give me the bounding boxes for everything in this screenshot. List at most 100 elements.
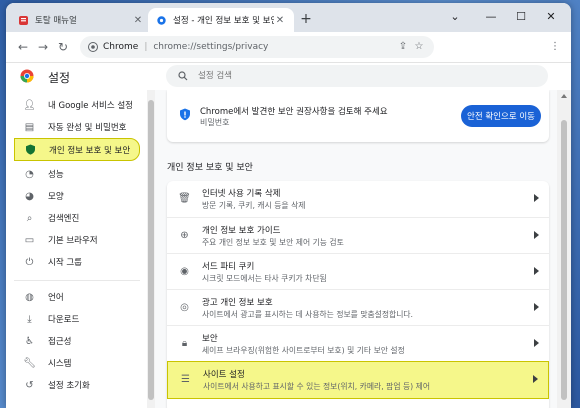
wrench-icon: 🔧︎ [23, 357, 36, 369]
row-site-settings[interactable]: ☰ 사이트 설정 사이트에서 사용하고 표시할 수 있는 정보(위치, 카메라,… [167, 361, 549, 399]
tab-strip: 토탈 매뉴얼 ✕ 설정 - 개인 정보 보호 및 보안 ✕ + ⌄ — ☐ ✕ [6, 3, 571, 32]
sidebar-item-languages[interactable]: ◍ 언어 [14, 287, 140, 307]
new-tab-plus-icon[interactable]: + [298, 11, 314, 27]
tab-settings-privacy[interactable]: 설정 - 개인 정보 보호 및 보안 ✕ [148, 8, 294, 32]
row-description: 방문 기록, 쿠키, 캐시 등을 삭제 [202, 201, 306, 210]
row-title: 인터넷 사용 기록 삭제 [202, 189, 281, 199]
go-to-safety-check-button[interactable]: 안전 확인으로 이동 [461, 105, 541, 127]
sidebar-item-label: 성능 [48, 170, 64, 180]
forward-arrow-icon[interactable]: → [34, 38, 52, 56]
share-icon[interactable]: ⇪ [396, 40, 410, 54]
privacy-section-title: 개인 정보 보호 및 보안 [167, 163, 253, 173]
chevron-right-icon [534, 303, 539, 311]
sidebar-item-privacy[interactable]: 개인 정보 보호 및 보안 [14, 138, 140, 161]
reset-icon: ↺ [25, 379, 34, 391]
download-icon: ⤓ [27, 313, 32, 325]
speedometer-icon: ◔ [25, 168, 34, 180]
shield-alert-icon [180, 108, 190, 121]
sidebar-item-search-engine[interactable]: ⌕ 검색엔진 [14, 208, 140, 228]
sidebar-item-system[interactable]: 🔧︎ 시스템 [14, 353, 140, 373]
sidebar-item-reset[interactable]: ↺ 설정 초기화 [14, 375, 140, 395]
trash-icon: 🗑︎ [178, 193, 191, 204]
sidebar-item-google-services[interactable]: 👤︎ 내 Google 서비스 설정 [14, 95, 140, 115]
bookmark-star-icon[interactable]: ☆ [412, 40, 426, 54]
sidebar-item-label: 자동 완성 및 비밀번호 [48, 123, 127, 133]
browser-icon: ▭ [24, 234, 35, 246]
row-clear-browsing-data[interactable]: 🗑︎ 인터넷 사용 기록 삭제 방문 기록, 쿠키, 캐시 등을 삭제 [167, 181, 549, 217]
close-tab-icon[interactable]: ✕ [132, 15, 144, 26]
row-description: 사이트에서 사용하고 표시할 수 있는 정보(위치, 카메라, 팝업 등) 제어 [203, 382, 431, 391]
sidebar-item-label: 기본 브라우저 [48, 236, 98, 246]
sidebar-item-label: 설정 초기화 [48, 381, 90, 391]
sidebar-item-label: 검색엔진 [48, 214, 80, 224]
globe-icon: ◍ [25, 291, 34, 303]
sliders-icon: ☰ [181, 374, 190, 385]
settings-page-title: 설정 [48, 71, 71, 85]
settings-gear-icon [157, 15, 166, 25]
sidebar-item-default-browser[interactable]: ▭ 기본 브라우저 [14, 230, 140, 250]
lock-icon: 🔒︎ [181, 338, 188, 349]
browser-toolbar: ← → ↻ Chrome | chrome://settings/privacy… [6, 32, 571, 63]
sidebar-item-appearance[interactable]: ◕ 모양 [14, 186, 140, 206]
shield-icon [25, 144, 36, 155]
settings-search-box[interactable] [166, 65, 548, 87]
back-arrow-icon[interactable]: ← [14, 38, 32, 56]
browser-window: 토탈 매뉴얼 ✕ 설정 - 개인 정보 보호 및 보안 ✕ + ⌄ — ☐ ✕ … [6, 3, 571, 408]
sidebar-scroll-thumb[interactable] [148, 100, 154, 400]
sidebar-item-label: 내 Google 서비스 설정 [48, 101, 134, 111]
sidebar-item-performance[interactable]: ◔ 성능 [14, 164, 140, 184]
settings-main-content: Chrome에서 발견한 보안 권장사항을 검토해 주세요 비밀번호 안전 확인… [155, 90, 557, 408]
chrome-logo-icon [20, 69, 34, 83]
power-icon: ⏻ [25, 256, 34, 268]
manual-favicon-icon [19, 15, 28, 25]
row-title: 서드 파티 쿠키 [202, 262, 255, 272]
row-description: 시크릿 모드에서는 타사 쿠키가 차단됨 [202, 274, 327, 283]
sidebar-divider [14, 280, 140, 281]
row-privacy-guide[interactable]: ⊕ 개인 정보 보호 가이드 주요 개인 정보 보호 및 보안 제어 기능 검토 [167, 217, 549, 253]
close-window-icon[interactable]: ✕ [536, 8, 566, 26]
chevron-down-icon[interactable]: ⌄ [440, 8, 470, 26]
sidebar-item-label: 접근성 [48, 337, 72, 347]
sidebar-item-downloads[interactable]: ⤓ 다운로드 [14, 309, 140, 329]
scroll-up-arrow-icon[interactable] [561, 94, 567, 98]
sidebar-scrollbar[interactable] [147, 90, 155, 408]
accessibility-icon: ♿︎ [25, 335, 34, 347]
palette-icon: ◕ [25, 190, 34, 202]
sidebar-item-label: 시작 그룹 [48, 258, 82, 268]
reload-icon[interactable]: ↻ [54, 38, 72, 56]
main-scrollbar[interactable] [557, 90, 571, 408]
close-tab-icon[interactable]: ✕ [274, 15, 286, 26]
maximize-icon[interactable]: ☐ [506, 8, 536, 26]
sidebar-item-label: 언어 [48, 293, 64, 303]
sidebar-item-autofill[interactable]: ▤ 자동 완성 및 비밀번호 [14, 117, 140, 137]
safety-check-card: Chrome에서 발견한 보안 권장사항을 검토해 주세요 비밀번호 안전 확인… [167, 90, 549, 142]
clipboard-icon: ▤ [24, 121, 35, 133]
cookie-icon: ◉ [180, 266, 189, 277]
chevron-right-icon [534, 194, 539, 202]
row-ad-privacy[interactable]: ◎ 광고 개인 정보 보호 사이트에서 광고를 표시하는 데 사용하는 정보를 … [167, 289, 549, 325]
sidebar-item-label: 모양 [48, 192, 64, 202]
sidebar-item-accessibility[interactable]: ♿︎ 접근성 [14, 331, 140, 351]
sidebar-item-startup[interactable]: ⏻ 시작 그룹 [14, 252, 140, 272]
row-description: 주요 개인 정보 보호 및 보안 제어 기능 검토 [202, 238, 344, 247]
minimize-icon[interactable]: — [476, 8, 506, 26]
sidebar-item-label: 다운로드 [48, 315, 80, 325]
privacy-settings-list: 🗑︎ 인터넷 사용 기록 삭제 방문 기록, 쿠키, 캐시 등을 삭제 ⊕ 개인… [167, 181, 549, 408]
safety-check-message: Chrome에서 발견한 보안 권장사항을 검토해 주세요 [200, 107, 388, 117]
row-description: 사이트에서 광고를 표시하는 데 사용하는 정보를 맞춤설정합니다. [202, 310, 414, 319]
settings-search-input[interactable] [196, 70, 500, 82]
sidebar-item-label: 시스템 [48, 359, 72, 369]
row-title: 개인 정보 보호 가이드 [202, 226, 281, 236]
settings-sidebar: 👤︎ 내 Google 서비스 설정 ▤ 자동 완성 및 비밀번호 개인 정보 … [6, 90, 148, 408]
row-security[interactable]: 🔒︎ 보안 세이프 브라우징(위험한 사이트로부터 보호) 및 기타 보안 설정 [167, 325, 549, 361]
row-third-party-cookies[interactable]: ◉ 서드 파티 쿠키 시크릿 모드에서는 타사 쿠키가 차단됨 [167, 253, 549, 289]
compass-icon: ⊕ [180, 230, 189, 241]
url-separator: | [144, 42, 148, 52]
more-menu-icon[interactable]: ⋮ [548, 40, 562, 54]
url-text[interactable]: chrome://settings/privacy [153, 42, 268, 52]
tab-total-manual[interactable]: 토탈 매뉴얼 ✕ [10, 8, 152, 32]
address-bar[interactable]: Chrome | chrome://settings/privacy [80, 36, 434, 58]
settings-header: 설정 [6, 63, 571, 90]
main-scroll-thumb[interactable] [561, 120, 567, 400]
site-label: Chrome [103, 42, 139, 52]
